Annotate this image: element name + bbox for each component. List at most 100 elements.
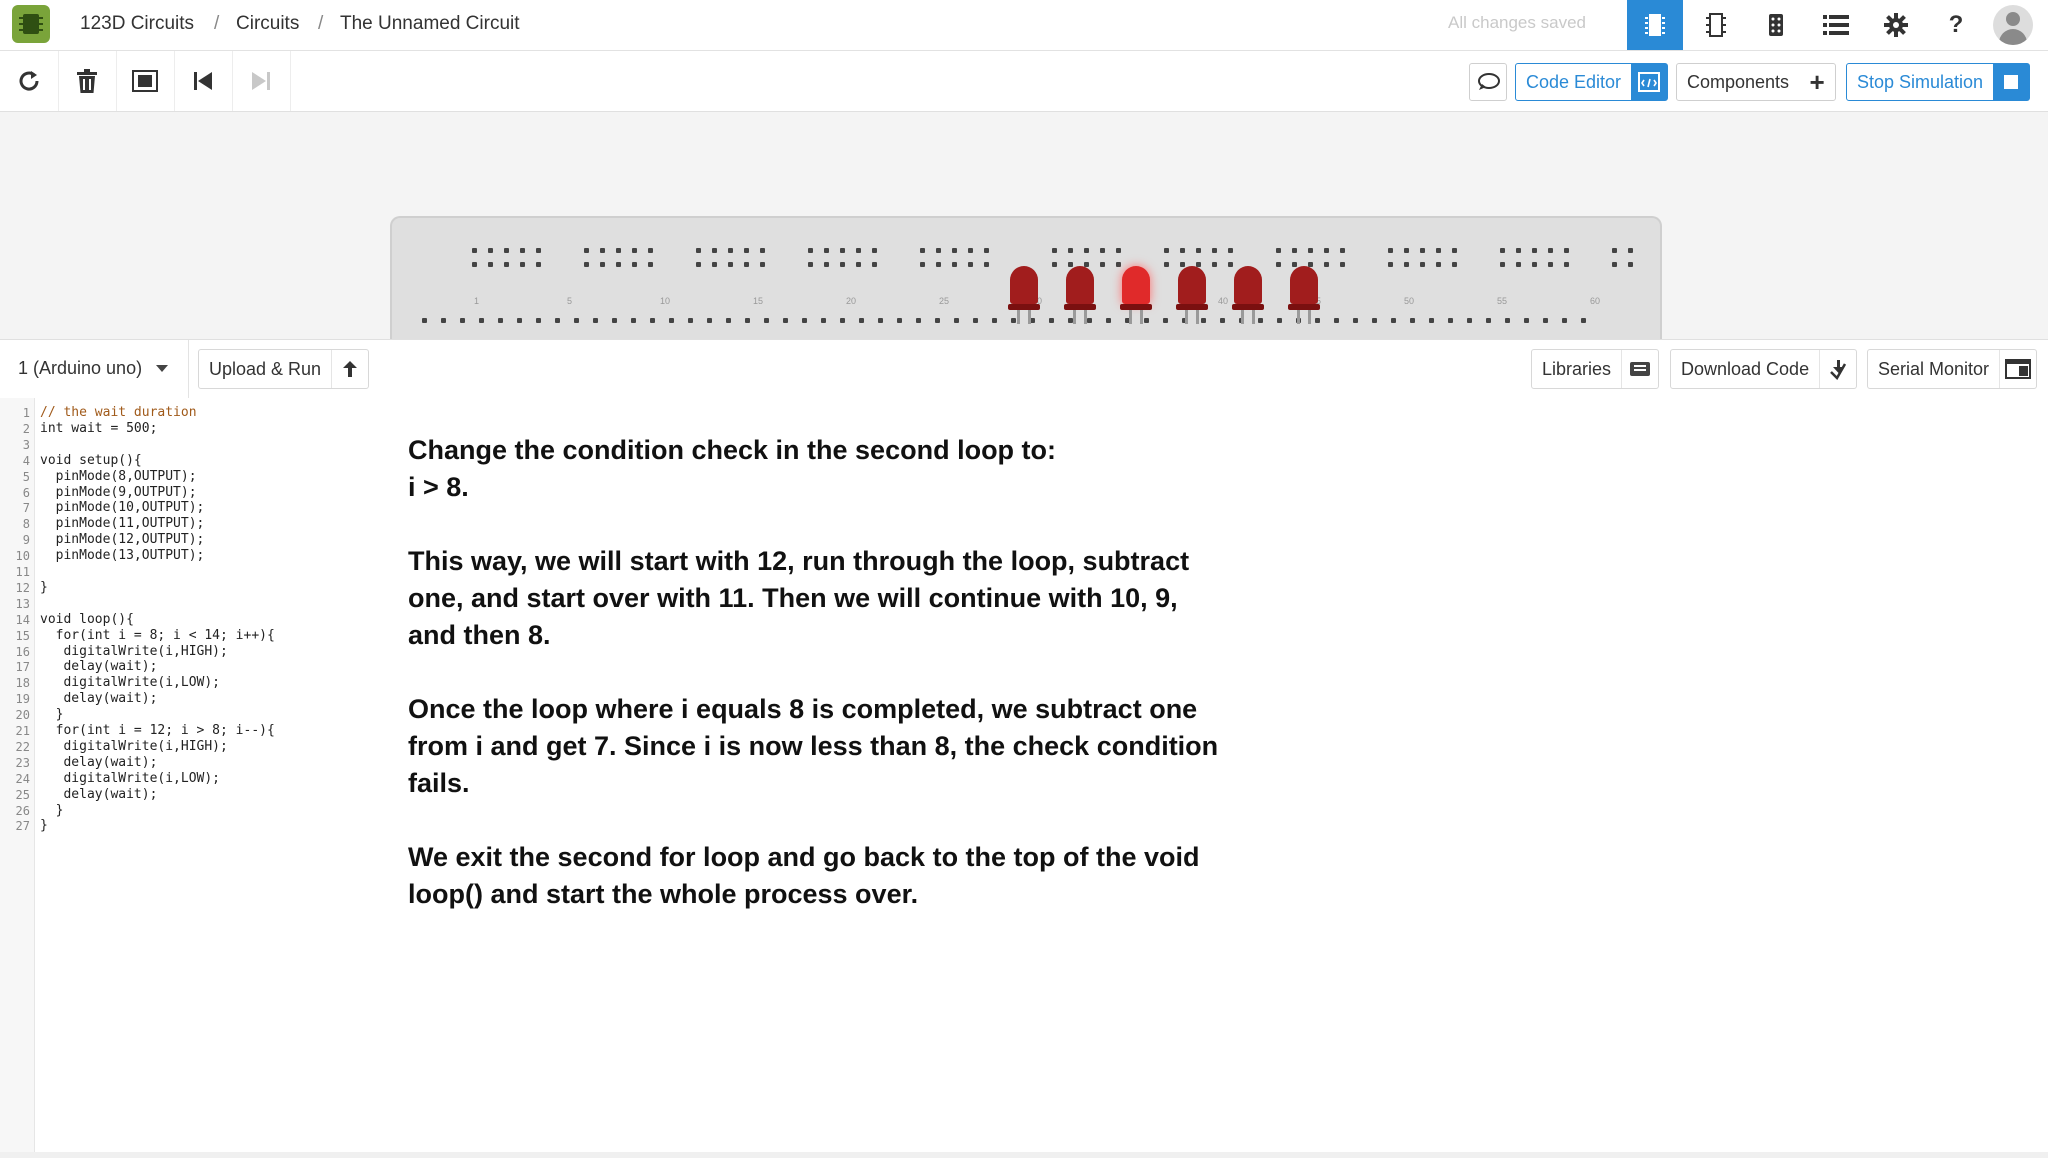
breadboard-hole[interactable] [536,262,541,267]
breadboard-hole[interactable] [1500,248,1505,253]
breadboard-hole[interactable] [600,248,605,253]
code-line[interactable]: delay(wait); [40,755,157,770]
breadboard-hole[interactable] [1404,248,1409,253]
breadboard-hole[interactable] [1628,262,1633,267]
breadboard-hole[interactable] [1164,248,1169,253]
breadboard-hole[interactable] [1516,248,1521,253]
led[interactable] [1008,266,1040,324]
code-line[interactable]: void loop(){ [40,612,134,627]
breadboard-hole[interactable] [808,262,813,267]
breadboard-hole[interactable] [897,318,902,323]
breadboard-hole[interactable] [859,318,864,323]
breadboard-hole[interactable] [574,318,579,323]
code-line[interactable]: pinMode(9,OUTPUT); [40,485,197,500]
breadboard-hole[interactable] [1292,248,1297,253]
breadcrumb-section[interactable]: Circuits [236,13,299,35]
breadboard-hole[interactable] [1436,262,1441,267]
breadboard-hole[interactable] [1049,318,1054,323]
code-line[interactable]: } [40,803,64,818]
breadboard-hole[interactable] [632,262,637,267]
breadboard-hole[interactable] [712,262,717,267]
stop-simulation-button[interactable]: Stop Simulation [1846,63,2031,101]
breadboard-hole[interactable] [745,318,750,323]
code-line[interactable]: pinMode(12,OUTPUT); [40,532,205,547]
led[interactable] [1288,266,1320,324]
breadboard-hole[interactable] [498,318,503,323]
breadboard-hole[interactable] [696,262,701,267]
breadboard-hole[interactable] [984,262,989,267]
breadboard-hole[interactable] [954,318,959,323]
breadboard-hole[interactable] [1543,318,1548,323]
code-line[interactable]: digitalWrite(i,LOW); [40,771,220,786]
list-view-button[interactable] [1808,0,1864,50]
breadboard-hole[interactable] [1448,318,1453,323]
breadboard-hole[interactable] [808,248,813,253]
breadboard-hole[interactable] [504,248,509,253]
breadboard-hole[interactable] [744,262,749,267]
breadboard-hole[interactable] [584,248,589,253]
breadboard-hole[interactable] [920,262,925,267]
breadboard-hole[interactable] [1011,318,1016,323]
breadboard-hole[interactable] [1532,262,1537,267]
components-button[interactable]: Components + [1676,63,1837,101]
breadboard-hole[interactable] [1628,248,1633,253]
fit-to-view-button[interactable] [116,51,175,111]
app-logo[interactable] [12,5,50,43]
breadboard-hole[interactable] [1467,318,1472,323]
breadboard-hole[interactable] [1532,248,1537,253]
breadboard-hole[interactable] [1116,248,1121,253]
breadboard-hole[interactable] [1388,248,1393,253]
breadboard-hole[interactable] [840,262,845,267]
breadboard-hole[interactable] [1106,318,1111,323]
code-line[interactable]: pinMode(11,OUTPUT); [40,516,205,531]
breadboard-hole[interactable] [616,262,621,267]
breadboard-hole[interactable] [1212,262,1217,267]
breadboard-hole[interactable] [1564,248,1569,253]
breadboard-hole[interactable] [824,248,829,253]
breadboard-hole[interactable] [1524,318,1529,323]
breadboard-hole[interactable] [1068,248,1073,253]
led[interactable] [1232,266,1264,324]
breadboard-hole[interactable] [1353,318,1358,323]
breadboard-hole[interactable] [856,262,861,267]
breadboard-hole[interactable] [935,318,940,323]
breadboard-hole[interactable] [612,318,617,323]
breadboard-hole[interactable] [840,248,845,253]
pcb-view-button[interactable] [1748,0,1804,50]
breadboard-hole[interactable] [555,318,560,323]
breadboard-hole[interactable] [968,248,973,253]
breadboard-hole[interactable] [1315,318,1320,323]
breadboard-hole[interactable] [1388,262,1393,267]
breadboard-hole[interactable] [1116,262,1121,267]
breadboard-hole[interactable] [1212,248,1217,253]
breadboard-hole[interactable] [1052,248,1057,253]
breadboard-hole[interactable] [1201,318,1206,323]
breadboard-hole[interactable] [712,248,717,253]
led[interactable] [1064,266,1096,324]
breadboard-hole[interactable] [520,262,525,267]
breadboard-hole[interactable] [1334,318,1339,323]
breadboard-hole[interactable] [760,248,765,253]
code-line[interactable]: for(int i = 8; i < 14; i++){ [40,628,275,643]
breadboard-hole[interactable] [760,262,765,267]
breadboard-hole[interactable] [1324,248,1329,253]
breadboard-hole[interactable] [984,248,989,253]
breadboard-hole[interactable] [878,318,883,323]
breadboard-hole[interactable] [1258,318,1263,323]
breadboard-hole[interactable] [764,318,769,323]
code-editor-button[interactable]: Code Editor [1515,63,1669,101]
breadboard-hole[interactable] [1196,248,1201,253]
breadboard-hole[interactable] [1324,262,1329,267]
breadcrumb-current[interactable]: The Unnamed Circuit [340,13,520,35]
breadboard-hole[interactable] [472,248,477,253]
breadboard-hole[interactable] [632,248,637,253]
breadboard-hole[interactable] [1308,248,1313,253]
breadboard-hole[interactable] [1276,248,1281,253]
breadboard-hole[interactable] [744,248,749,253]
breadboard-hole[interactable] [688,318,693,323]
breadboard-hole[interactable] [1612,262,1617,267]
breadboard-hole[interactable] [840,318,845,323]
schematic-view-button[interactable] [1688,0,1744,50]
breadboard-hole[interactable] [728,262,733,267]
breadboard-view-button[interactable] [1627,0,1683,50]
